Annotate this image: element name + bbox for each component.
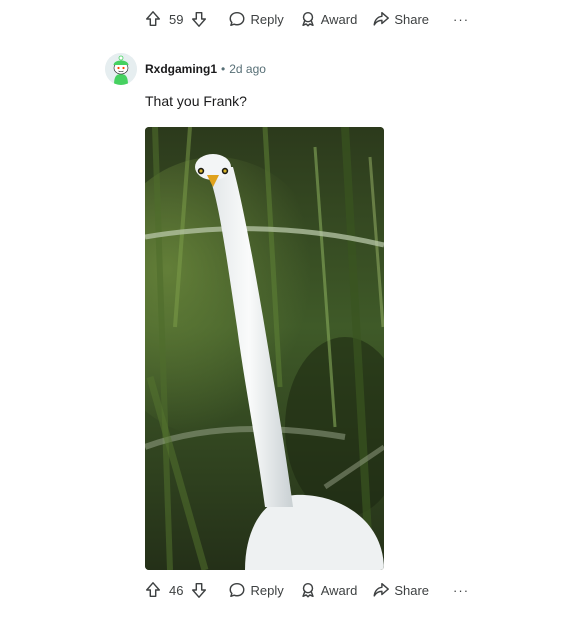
top-action-bar: 59 Reply Award Share ··· bbox=[143, 7, 469, 31]
downvote-icon[interactable] bbox=[189, 580, 209, 600]
reply-label: Reply bbox=[250, 582, 284, 598]
vote-count: 59 bbox=[169, 11, 184, 27]
more-icon: ··· bbox=[453, 11, 470, 27]
share-icon bbox=[371, 580, 391, 600]
comment-timestamp[interactable]: 2d ago bbox=[229, 62, 266, 76]
egret-photo bbox=[145, 127, 384, 570]
downvote-icon[interactable] bbox=[189, 9, 209, 29]
more-options-button[interactable]: ··· bbox=[453, 7, 469, 31]
more-icon: ··· bbox=[453, 582, 470, 598]
reply-label: Reply bbox=[250, 11, 284, 27]
share-icon bbox=[371, 9, 391, 29]
comment-header: Rxdgaming1 • 2d ago bbox=[105, 53, 266, 85]
upvote-icon[interactable] bbox=[143, 9, 163, 29]
vote-controls: 46 bbox=[143, 578, 209, 602]
vote-controls: 59 bbox=[143, 7, 209, 31]
award-button[interactable]: Award bbox=[298, 578, 358, 602]
award-label: Award bbox=[320, 11, 358, 27]
award-icon bbox=[298, 580, 318, 600]
award-icon bbox=[298, 9, 318, 29]
award-button[interactable]: Award bbox=[298, 7, 358, 31]
reply-icon bbox=[227, 580, 247, 600]
comment-image[interactable] bbox=[145, 127, 384, 570]
share-button[interactable]: Share bbox=[371, 578, 429, 602]
reply-button[interactable]: Reply bbox=[227, 578, 284, 602]
more-options-button[interactable]: ··· bbox=[453, 578, 469, 602]
upvote-icon[interactable] bbox=[143, 580, 163, 600]
meta-separator: • bbox=[221, 62, 226, 76]
comment-body: That you Frank? bbox=[145, 93, 247, 109]
avatar[interactable] bbox=[105, 53, 137, 85]
comment-action-bar: 46 Reply Award Share ··· bbox=[143, 578, 469, 602]
share-button[interactable]: Share bbox=[371, 7, 429, 31]
snoo-avatar-icon bbox=[105, 53, 137, 85]
award-label: Award bbox=[320, 582, 358, 598]
comment-username[interactable]: Rxdgaming1 bbox=[145, 62, 217, 76]
reply-icon bbox=[227, 9, 247, 29]
share-label: Share bbox=[394, 11, 430, 27]
share-label: Share bbox=[394, 582, 430, 598]
vote-count: 46 bbox=[169, 582, 184, 598]
reply-button[interactable]: Reply bbox=[227, 7, 284, 31]
